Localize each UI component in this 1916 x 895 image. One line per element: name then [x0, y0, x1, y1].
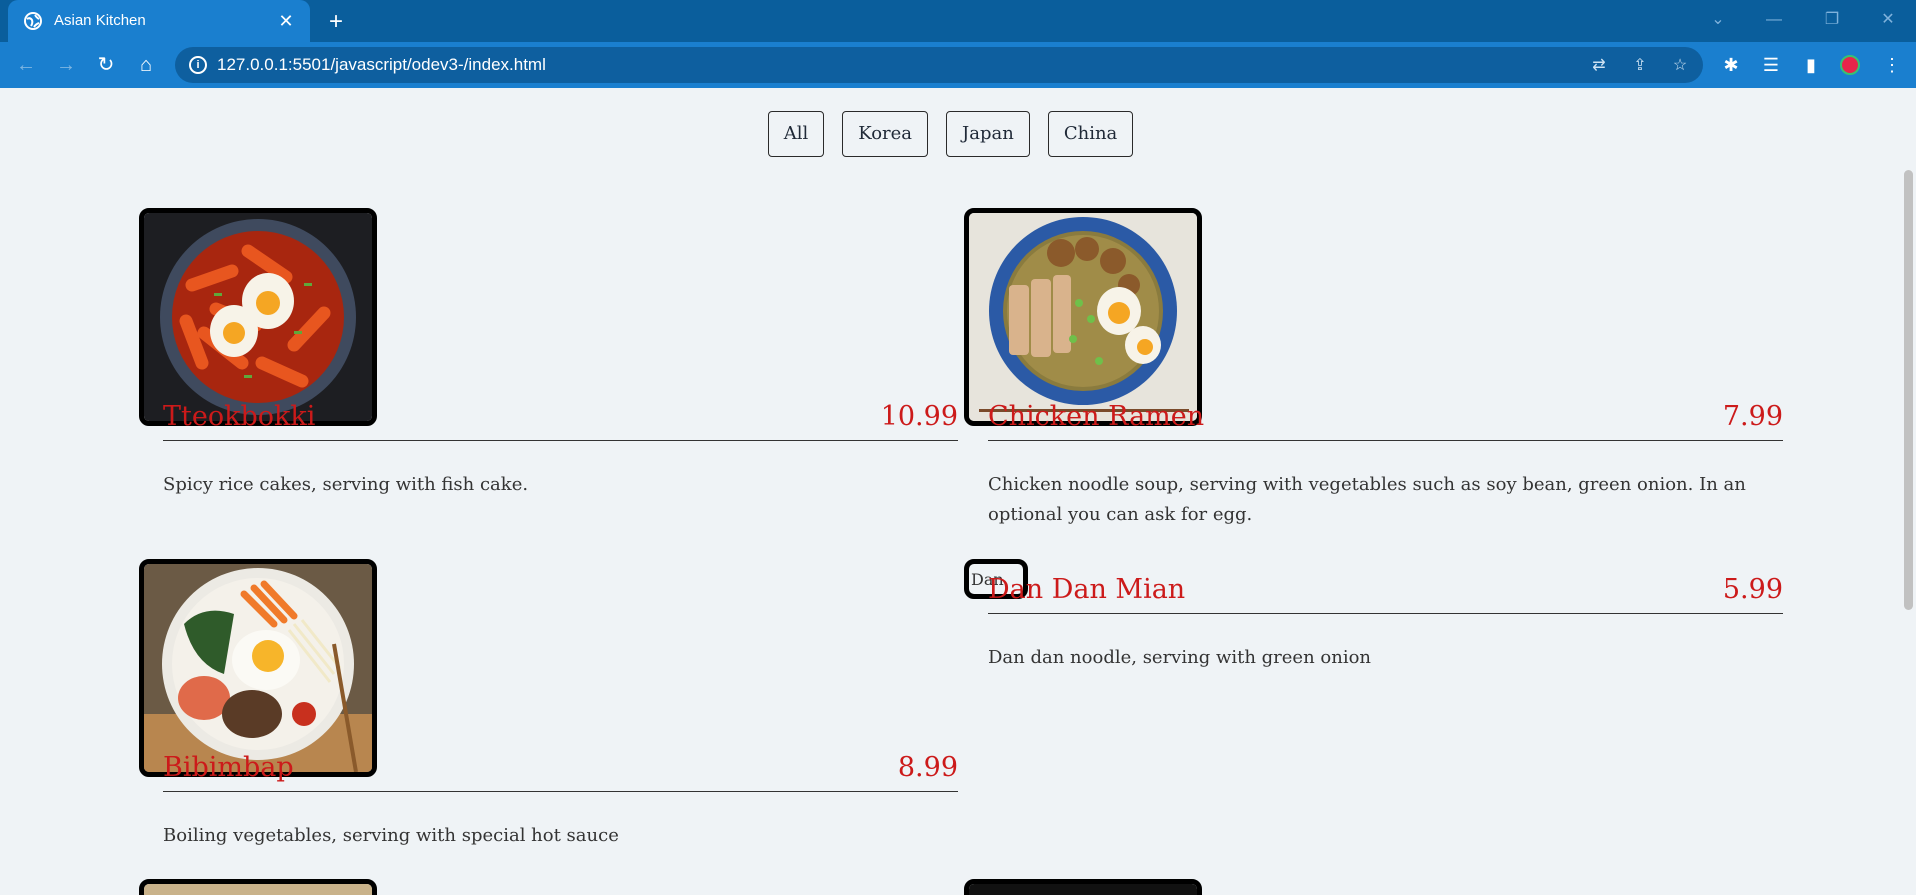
item-header: Bibimbap 8.99	[163, 752, 958, 792]
menu-kebab-icon[interactable]: ⋮	[1880, 53, 1904, 77]
browser-toolbar: ← → ↻ ⌂ i 127.0.0.1:5501/javascript/odev…	[0, 42, 1916, 88]
home-icon[interactable]: ⌂	[132, 51, 160, 79]
item-description: Spicy rice cakes, serving with fish cake…	[163, 474, 529, 495]
tab-title: Asian Kitchen	[54, 12, 146, 29]
address-bar[interactable]: i 127.0.0.1:5501/javascript/odev3-/index…	[175, 47, 1703, 83]
next-item-photo	[139, 879, 377, 895]
filter-all-button[interactable]: All	[767, 111, 825, 157]
tab-strip: Asian Kitchen ✕ + ⌄ — ❐ ✕	[0, 0, 1916, 42]
item-name: Dan Dan Mian	[988, 574, 1186, 605]
item-name: Chicken Ramen	[988, 401, 1205, 432]
chicken-ramen-photo	[964, 208, 1202, 426]
scrollbar-thumb[interactable]	[1904, 170, 1913, 610]
category-filter-bar: All Korea Japan China	[0, 111, 1901, 157]
tab-search-icon[interactable]: ⌄	[1696, 4, 1740, 36]
tteokbokki-photo	[139, 208, 377, 426]
back-icon[interactable]: ←	[12, 51, 40, 79]
item-price: 10.99	[880, 401, 958, 432]
item-header: Tteokbokki 10.99	[163, 401, 958, 441]
item-description: Dan dan noodle, serving with green onion	[988, 647, 1372, 668]
globe-icon	[24, 12, 42, 30]
page-viewport: All Korea Japan China Tteokbokki 10.99 S…	[0, 88, 1916, 895]
minimize-icon[interactable]: —	[1752, 4, 1796, 36]
item-name: Bibimbap	[163, 752, 294, 783]
next-item-photo	[964, 879, 1202, 895]
vertical-scrollbar[interactable]	[1901, 88, 1916, 895]
item-header: Dan Dan Mian 5.99	[988, 574, 1783, 614]
extensions-icon[interactable]: ✱	[1719, 53, 1743, 77]
translate-icon[interactable]: ⇄	[1588, 55, 1610, 77]
share-icon[interactable]: ⇪	[1629, 55, 1651, 77]
close-tab-icon[interactable]: ✕	[276, 11, 296, 31]
item-header: Chicken Ramen 7.99	[988, 401, 1783, 441]
item-price: 7.99	[1722, 401, 1783, 432]
forward-icon[interactable]: →	[52, 51, 80, 79]
restore-icon[interactable]: ❐	[1810, 4, 1854, 36]
item-description: Chicken noodle soup, serving with vegeta…	[988, 474, 1746, 525]
item-name: Tteokbokki	[163, 401, 316, 432]
side-panel-icon[interactable]: ▮	[1799, 53, 1823, 77]
item-description: Boiling vegetables, serving with special…	[163, 825, 619, 846]
item-price: 8.99	[897, 752, 958, 783]
bookmark-star-icon[interactable]: ☆	[1669, 55, 1691, 77]
profile-avatar[interactable]	[1840, 55, 1860, 75]
url-text[interactable]: 127.0.0.1:5501/javascript/odev3-/index.h…	[217, 55, 546, 75]
bibimbap-photo	[139, 559, 377, 777]
item-price: 5.99	[1722, 574, 1783, 605]
filter-china-button[interactable]: China	[1047, 111, 1134, 157]
site-info-icon[interactable]: i	[189, 56, 207, 74]
reading-list-icon[interactable]: ☰	[1759, 53, 1783, 77]
close-window-icon[interactable]: ✕	[1866, 4, 1910, 36]
browser-tab[interactable]: Asian Kitchen ✕	[8, 0, 310, 42]
filter-korea-button[interactable]: Korea	[842, 111, 929, 157]
filter-japan-button[interactable]: Japan	[946, 111, 1030, 157]
reload-icon[interactable]: ↻	[92, 51, 120, 79]
new-tab-button[interactable]: +	[322, 8, 350, 36]
